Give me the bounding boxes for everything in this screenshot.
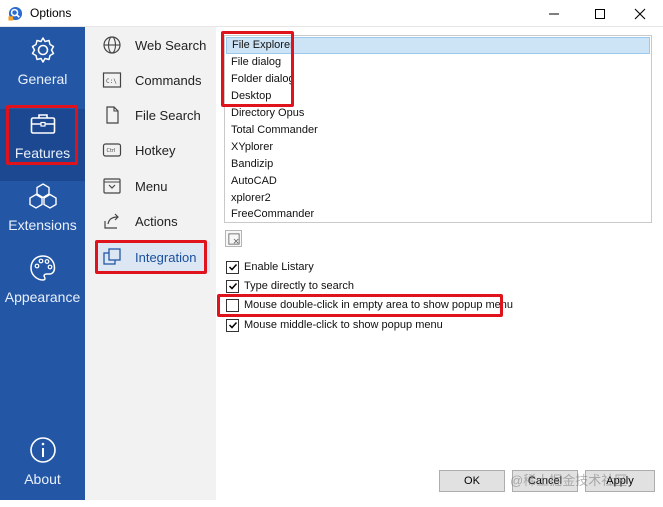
svg-text:Ctrl: Ctrl <box>107 148 116 154</box>
nav-item-extensions[interactable]: Extensions <box>0 181 85 253</box>
nav-label-general: General <box>17 71 68 87</box>
nav-item-general[interactable]: General <box>0 35 85 107</box>
list-item[interactable]: Total Commander <box>226 122 650 139</box>
list-item[interactable]: Bandizip <box>226 156 650 173</box>
subnav-item-commands[interactable]: C:\ Commands <box>95 65 210 95</box>
list-item[interactable]: Folder dialog <box>226 71 650 88</box>
nav-item-appearance[interactable]: Appearance <box>0 253 85 325</box>
option-type-directly[interactable]: Type directly to search <box>226 278 354 294</box>
option-middle-click[interactable]: Mouse middle-click to show popup menu <box>226 317 443 333</box>
primary-nav: General Features Extensions Appearance A… <box>0 27 85 500</box>
checkmark-icon <box>228 321 237 329</box>
svg-text:C:\: C:\ <box>106 78 117 85</box>
file-icon <box>106 106 119 124</box>
subnav-item-actions[interactable]: Actions <box>95 206 210 236</box>
middle-click-checkbox[interactable] <box>226 318 239 332</box>
share-icon <box>104 213 119 229</box>
close-icon <box>634 8 646 19</box>
subnav-item-web-search[interactable]: Web Search <box>95 30 210 60</box>
list-item[interactable]: AutoCAD <box>226 173 650 190</box>
list-item[interactable]: Desktop <box>226 88 650 105</box>
integration-app-list[interactable]: File Explorer File dialog Folder dialog … <box>224 35 652 223</box>
gear-icon <box>31 37 54 63</box>
nav-label-features: Features <box>14 145 71 161</box>
minimize-button[interactable] <box>531 0 577 27</box>
cubes-icon <box>28 183 57 209</box>
subnav-label-web-search: Web Search <box>135 37 207 53</box>
palette-icon <box>29 255 55 281</box>
enable-listary-checkbox[interactable] <box>226 260 239 274</box>
close-button[interactable] <box>617 0 663 27</box>
nav-label-appearance: Appearance <box>4 289 81 305</box>
ctrl-key-icon: Ctrl <box>102 143 122 157</box>
maximize-icon <box>595 8 605 19</box>
option-enable-listary[interactable]: Enable Listary <box>226 259 314 275</box>
checkmark-icon <box>228 282 237 290</box>
info-icon <box>29 437 56 463</box>
nav-label-extensions: Extensions <box>8 217 77 233</box>
type-directly-checkbox[interactable] <box>226 279 239 293</box>
option-label: Type directly to search <box>244 280 355 292</box>
subnav-label-actions: Actions <box>135 213 178 229</box>
option-label: Enable Listary <box>244 261 314 273</box>
subnav-label-commands: Commands <box>135 72 202 88</box>
watermark: @稀土掘金技术社区 <box>510 473 628 488</box>
subnav-item-file-search[interactable]: File Search <box>95 100 210 130</box>
toolbox-icon <box>30 114 55 134</box>
option-double-click[interactable]: Mouse double-click in empty area to show… <box>226 297 513 313</box>
list-item[interactable]: FreeCommander <box>226 206 650 223</box>
clear-icon <box>227 232 240 245</box>
nav-label-about: About <box>24 471 61 487</box>
subnav-label-integration: Integration <box>135 249 197 265</box>
checkmark-icon <box>228 263 237 271</box>
integration-icon <box>103 248 121 265</box>
minimize-icon <box>549 13 559 14</box>
menu-icon <box>103 178 121 194</box>
globe-icon <box>103 36 121 54</box>
list-item[interactable]: Directory Opus <box>226 105 650 122</box>
subnav-label-menu: Menu <box>135 178 168 194</box>
option-label: Mouse middle-click to show popup menu <box>244 319 443 331</box>
list-item[interactable]: xplorer2 <box>226 190 650 207</box>
option-label: Mouse double-click in empty area to show… <box>244 299 514 311</box>
clear-button[interactable] <box>225 230 242 247</box>
title-bar: Options <box>0 0 663 27</box>
subnav-label-hotkey: Hotkey <box>135 142 176 158</box>
subnav-label-file-search: File Search <box>135 107 201 123</box>
ok-button[interactable]: OK <box>439 470 505 492</box>
list-item[interactable]: File dialog <box>226 54 650 71</box>
listary-icon <box>8 6 23 21</box>
terminal-icon: C:\ <box>102 72 122 88</box>
window-title: Options <box>30 6 72 20</box>
subnav-item-integration[interactable]: Integration <box>95 242 210 272</box>
subnav-item-menu[interactable]: Menu <box>95 171 210 201</box>
subnav-item-hotkey[interactable]: Ctrl Hotkey <box>95 135 210 165</box>
list-item[interactable]: XYplorer <box>226 139 650 156</box>
secondary-nav: Web Search C:\ Commands File Search Ctrl… <box>85 27 216 500</box>
list-item[interactable]: File Explorer <box>226 37 650 54</box>
double-click-checkbox[interactable] <box>226 298 239 312</box>
nav-item-features[interactable]: Features <box>0 109 85 181</box>
nav-item-about[interactable]: About <box>0 435 85 507</box>
